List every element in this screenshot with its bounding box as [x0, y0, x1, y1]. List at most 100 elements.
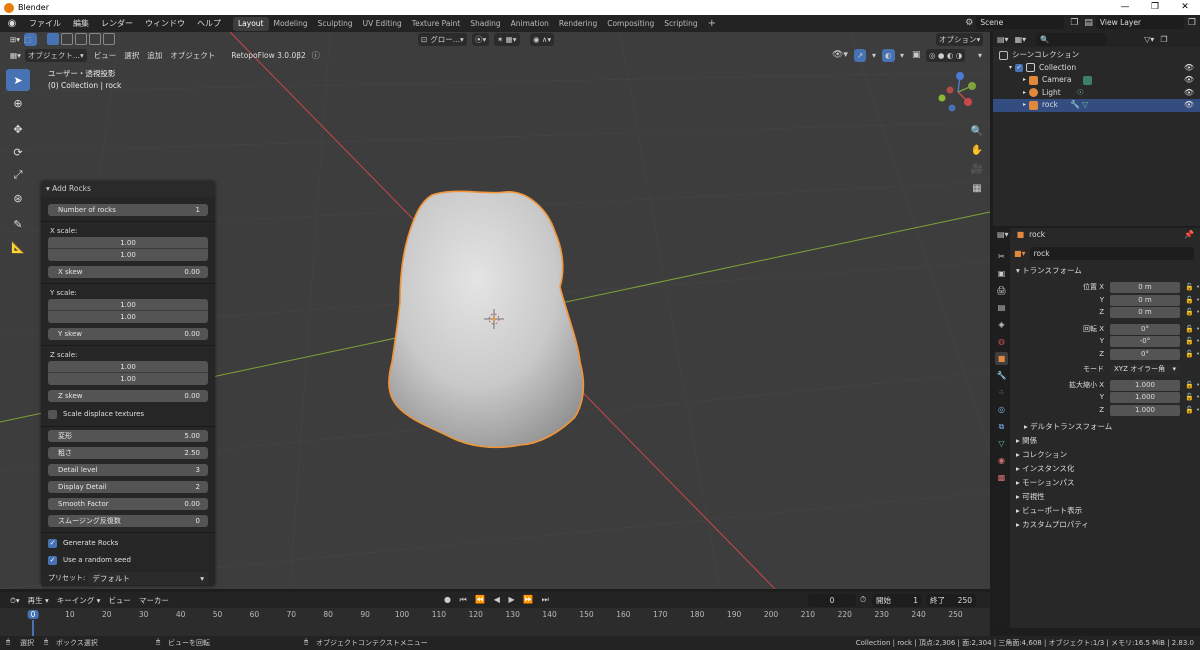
lock-icon[interactable]: 🔓 [1185, 391, 1194, 404]
gizmo-toggle[interactable]: ↗ [854, 48, 867, 62]
z-scale-max-field[interactable]: 1.00 [48, 373, 208, 385]
tool-tab-icon[interactable]: ✂ [995, 250, 1008, 263]
lock-icon[interactable]: 🔓 [1185, 348, 1194, 361]
location-y-field[interactable]: 0 m [1110, 294, 1180, 306]
add-rocks-panel-header[interactable]: ▾ Add Rocks [41, 181, 215, 197]
visibility-eye-icon[interactable]: 👁 [1184, 74, 1194, 87]
tab-scripting[interactable]: Scripting [659, 17, 702, 31]
deform-field[interactable]: 変形 5.00 [48, 430, 208, 442]
maximize-button[interactable]: ❐ [1140, 0, 1170, 15]
menu-window[interactable]: ウィンドウ [139, 18, 191, 29]
select-tool-icon[interactable]: ➤ [6, 69, 30, 91]
mode-dropdown[interactable]: オブジェクト... ▾ [24, 48, 87, 62]
view-layer-selector[interactable]: View Layer [1095, 16, 1184, 29]
scale-x-field[interactable]: 1.000 [1110, 379, 1180, 391]
material-tab-icon[interactable]: ◉ [995, 454, 1008, 467]
scene-selector[interactable]: Scene [976, 16, 1065, 29]
view-layer-tab-icon[interactable]: ▤ [995, 301, 1008, 314]
scale-z-field[interactable]: 1.000 [1110, 404, 1180, 416]
delta-transform-section[interactable]: ▸ デルタトランスフォーム [1010, 420, 1200, 434]
lock-icon[interactable]: 🔓 [1185, 294, 1194, 307]
proportional-edit-toggle[interactable]: ◉ ∧▾ [530, 33, 555, 46]
pin-icon[interactable]: 📌 [1184, 230, 1194, 239]
overlay-dropdown[interactable]: ▾ [900, 51, 904, 60]
menu-help[interactable]: ヘルプ [191, 18, 227, 29]
menu-view[interactable]: ビュー [90, 49, 121, 62]
menu-object[interactable]: オブジェクト [166, 49, 219, 62]
outliner-item-camera[interactable]: ▸ Camera 👁 [993, 74, 1200, 87]
relations-section[interactable]: ▸ 関係 [1010, 434, 1200, 448]
pan-hand-icon[interactable]: ✋ [968, 141, 986, 159]
expand-arrow-icon[interactable]: ▾ [1009, 62, 1012, 75]
x-scale-min-field[interactable]: 1.00 [48, 237, 208, 249]
playhead[interactable] [32, 620, 34, 636]
tab-texture-paint[interactable]: Texture Paint [407, 17, 465, 31]
close-button[interactable]: ✕ [1170, 0, 1200, 15]
visibility-section[interactable]: ▸ 可視性 [1010, 490, 1200, 504]
tab-uv-editing[interactable]: UV Editing [358, 17, 407, 31]
gizmo-dropdown[interactable]: ▾ [872, 51, 876, 60]
texture-tab-icon[interactable]: ▩ [995, 471, 1008, 484]
instancing-section[interactable]: ▸ インスタンス化 [1010, 462, 1200, 476]
render-tab-icon[interactable]: ▣ [995, 267, 1008, 280]
shading-buttons[interactable]: ◎ ● ◐ ◑ [926, 48, 966, 62]
output-tab-icon[interactable]: 🖨 [995, 284, 1008, 297]
constraints-tab-icon[interactable]: ⧉ [995, 420, 1008, 433]
snap-toggle[interactable]: ✶ ▦▾ [494, 33, 520, 46]
transform-tool-icon[interactable]: ⊛ [6, 187, 30, 209]
visibility-eye-icon[interactable]: 👁 [1184, 62, 1194, 75]
add-workspace-button[interactable]: + [703, 18, 721, 29]
shading-dropdown[interactable]: ▾ [978, 51, 982, 60]
end-frame-field[interactable]: 終了 250 [926, 593, 976, 607]
blender-logo-icon[interactable]: ◉ [5, 18, 19, 30]
menu-select[interactable]: 選択 [120, 49, 143, 62]
outliner-item-collection[interactable]: ▾ ✓ Collection 👁 [993, 62, 1200, 75]
rotation-y-field[interactable]: -0° [1110, 336, 1180, 347]
y-scale-max-field[interactable]: 1.00 [48, 311, 208, 323]
visibility-eye-icon[interactable]: 👁 [1184, 87, 1194, 100]
current-frame-marker[interactable]: 0 [27, 610, 39, 619]
new-collection-icon[interactable]: ❐ [1160, 35, 1167, 44]
transform-section-header[interactable]: ▾ トランスフォーム [1010, 264, 1200, 278]
timeline-editor-icon[interactable]: ⏱▾ [6, 594, 24, 607]
menu-render[interactable]: レンダー [95, 18, 139, 29]
expand-arrow-icon[interactable]: ▸ [1023, 87, 1026, 100]
rotate-tool-icon[interactable]: ⟳ [6, 141, 30, 163]
start-frame-field[interactable]: 開始 1 [872, 593, 922, 607]
timeline-ruler[interactable]: 0 10 20 30 40 50 60 70 80 90 100 110 120 130 140 150 160… [0, 608, 990, 622]
visibility-eye-icon[interactable]: 👁 [1184, 99, 1194, 112]
xray-toggle[interactable]: ▣ [912, 50, 921, 60]
lock-icon[interactable]: 🔓 [1185, 323, 1194, 336]
physics-tab-icon[interactable]: ◎ [995, 403, 1008, 416]
tab-layout[interactable]: Layout [233, 16, 269, 31]
select-tweak-icon[interactable]: ⬚ [24, 33, 38, 46]
scene-tab-icon[interactable]: ◈ [995, 318, 1008, 331]
outliner-search-input[interactable]: 🔍 [1036, 33, 1107, 46]
tab-animation[interactable]: Animation [506, 17, 554, 31]
lock-icon[interactable]: 🔓 [1185, 281, 1194, 294]
preset-dropdown[interactable]: デフォルト ▾ [88, 571, 208, 585]
object-tab-icon[interactable]: ■ [995, 352, 1008, 365]
overlay-toggle[interactable]: ◐ [882, 48, 895, 62]
visibility-dropdown[interactable]: 👁▾ [832, 50, 848, 60]
transform-orientation-dropdown[interactable]: ⊡ グロー... ▾ [418, 33, 467, 46]
checkmark-icon[interactable]: ✓ [1015, 64, 1024, 72]
outliner-editor-icon[interactable]: ▤▾ [997, 35, 1009, 44]
y-scale-min-field[interactable]: 1.00 [48, 299, 208, 311]
menu-marker[interactable]: マーカー [135, 594, 173, 607]
rotation-mode-dropdown[interactable]: XYZ オイラー角 ▾ [1110, 364, 1180, 375]
lock-icon[interactable]: 🔓 [1185, 379, 1194, 392]
lock-icon[interactable]: 🔓 [1185, 404, 1194, 417]
rotation-x-field[interactable]: 0° [1110, 323, 1180, 335]
tab-modeling[interactable]: Modeling [269, 17, 313, 31]
tab-shading[interactable]: Shading [465, 17, 505, 31]
scale-displace-checkbox[interactable]: Scale displace textures [48, 407, 208, 421]
collections-section[interactable]: ▸ コレクション [1010, 448, 1200, 462]
navigation-gizmo[interactable] [930, 68, 980, 118]
custom-properties-section[interactable]: ▸ カスタムプロパティ [1010, 518, 1200, 532]
outliner-scene-collection[interactable]: シーンコレクション [993, 49, 1200, 62]
number-of-rocks-field[interactable]: Number of rocks 1 [48, 204, 208, 216]
timeline-area[interactable]: 0 10 20 30 40 50 60 70 80 90 100 110 120 130 140 150 160… [0, 608, 990, 636]
clock-icon[interactable]: ⏱ [860, 595, 866, 605]
display-detail-field[interactable]: Display Detail 2 [48, 481, 208, 493]
